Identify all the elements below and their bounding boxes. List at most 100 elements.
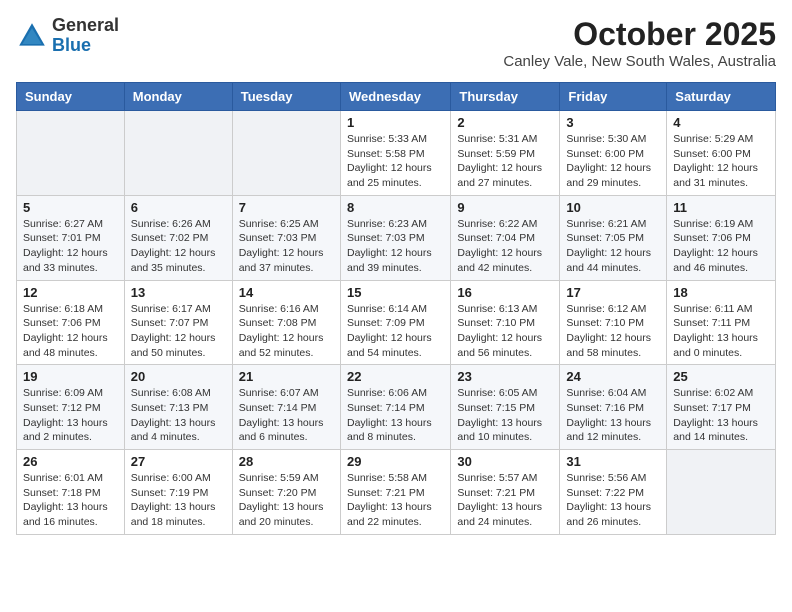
day-number: 11 — [673, 200, 769, 215]
title-block: October 2025 Canley Vale, New South Wale… — [503, 16, 776, 70]
day-info: Sunrise: 6:06 AM Sunset: 7:14 PM Dayligh… — [347, 386, 444, 445]
calendar-cell: 8 Sunrise: 6:23 AM Sunset: 7:03 PM Daylig… — [340, 195, 450, 280]
day-number: 10 — [566, 200, 660, 215]
day-info: Sunrise: 5:30 AM Sunset: 6:00 PM Dayligh… — [566, 132, 660, 191]
day-info: Sunrise: 6:13 AM Sunset: 7:10 PM Dayligh… — [457, 302, 553, 361]
calendar-cell — [232, 111, 340, 196]
calendar-cell: 16 Sunrise: 6:13 AM Sunset: 7:10 PM Dayli… — [451, 280, 560, 365]
calendar-cell: 29 Sunrise: 5:58 AM Sunset: 7:21 PM Dayli… — [340, 450, 450, 535]
day-info: Sunrise: 5:29 AM Sunset: 6:00 PM Dayligh… — [673, 132, 769, 191]
day-info: Sunrise: 6:11 AM Sunset: 7:11 PM Dayligh… — [673, 302, 769, 361]
calendar-cell: 28 Sunrise: 5:59 AM Sunset: 7:20 PM Dayli… — [232, 450, 340, 535]
day-number: 18 — [673, 285, 769, 300]
calendar-cell: 5 Sunrise: 6:27 AM Sunset: 7:01 PM Daylig… — [17, 195, 125, 280]
calendar-cell: 4 Sunrise: 5:29 AM Sunset: 6:00 PM Daylig… — [667, 111, 776, 196]
weekday-header-saturday: Saturday — [667, 83, 776, 111]
weekday-header-thursday: Thursday — [451, 83, 560, 111]
day-number: 26 — [23, 454, 118, 469]
calendar-cell: 3 Sunrise: 5:30 AM Sunset: 6:00 PM Daylig… — [560, 111, 667, 196]
calendar-cell: 15 Sunrise: 6:14 AM Sunset: 7:09 PM Dayli… — [340, 280, 450, 365]
calendar-cell: 30Sunrise: 5:57 AM Sunset: 7:21 PM Dayli… — [451, 450, 560, 535]
weekday-header-tuesday: Tuesday — [232, 83, 340, 111]
calendar-cell: 2 Sunrise: 5:31 AM Sunset: 5:59 PM Daylig… — [451, 111, 560, 196]
weekday-header-friday: Friday — [560, 83, 667, 111]
day-info: Sunrise: 6:00 AM Sunset: 7:19 PM Dayligh… — [131, 471, 226, 530]
calendar-cell: 21 Sunrise: 6:07 AM Sunset: 7:14 PM Dayli… — [232, 365, 340, 450]
day-info: Sunrise: 6:27 AM Sunset: 7:01 PM Dayligh… — [23, 217, 118, 276]
calendar-cell: 18 Sunrise: 6:11 AM Sunset: 7:11 PM Dayli… — [667, 280, 776, 365]
day-number: 23 — [457, 369, 553, 384]
calendar-table: SundayMondayTuesdayWednesdayThursdayFrid… — [16, 82, 776, 535]
calendar-cell: 6 Sunrise: 6:26 AM Sunset: 7:02 PM Daylig… — [124, 195, 232, 280]
calendar-cell: 12 Sunrise: 6:18 AM Sunset: 7:06 PM Dayli… — [17, 280, 125, 365]
weekday-header-wednesday: Wednesday — [340, 83, 450, 111]
day-number: 31 — [566, 454, 660, 469]
day-info: Sunrise: 6:04 AM Sunset: 7:16 PM Dayligh… — [566, 386, 660, 445]
day-info: Sunrise: 6:02 AM Sunset: 7:17 PM Dayligh… — [673, 386, 769, 445]
day-number: 19 — [23, 369, 118, 384]
day-number: 12 — [23, 285, 118, 300]
day-info: Sunrise: 6:07 AM Sunset: 7:14 PM Dayligh… — [239, 386, 334, 445]
day-number: 27 — [131, 454, 226, 469]
weekday-header-sunday: Sunday — [17, 83, 125, 111]
calendar-cell: 25 Sunrise: 6:02 AM Sunset: 7:17 PM Dayli… — [667, 365, 776, 450]
calendar-cell: 23 Sunrise: 6:05 AM Sunset: 7:15 PM Dayli… — [451, 365, 560, 450]
day-info: Sunrise: 5:59 AM Sunset: 7:20 PM Dayligh… — [239, 471, 334, 530]
calendar-cell: 13Sunrise: 6:17 AM Sunset: 7:07 PM Dayli… — [124, 280, 232, 365]
day-number: 9 — [457, 200, 553, 215]
calendar-week-2: 5 Sunrise: 6:27 AM Sunset: 7:01 PM Daylig… — [17, 195, 776, 280]
calendar-cell: 14 Sunrise: 6:16 AM Sunset: 7:08 PM Dayli… — [232, 280, 340, 365]
day-info: Sunrise: 6:09 AM Sunset: 7:12 PM Dayligh… — [23, 386, 118, 445]
month-title: October 2025 — [503, 16, 776, 53]
calendar-cell: 1 Sunrise: 5:33 AM Sunset: 5:58 PM Daylig… — [340, 111, 450, 196]
day-number: 25 — [673, 369, 769, 384]
day-number: 5 — [23, 200, 118, 215]
calendar-cell: 22Sunrise: 6:06 AM Sunset: 7:14 PM Dayli… — [340, 365, 450, 450]
weekday-header-row: SundayMondayTuesdayWednesdayThursdayFrid… — [17, 83, 776, 111]
day-info: Sunrise: 6:08 AM Sunset: 7:13 PM Dayligh… — [131, 386, 226, 445]
day-info: Sunrise: 6:23 AM Sunset: 7:03 PM Dayligh… — [347, 217, 444, 276]
calendar-week-4: 19 Sunrise: 6:09 AM Sunset: 7:12 PM Dayli… — [17, 365, 776, 450]
day-number: 2 — [457, 115, 553, 130]
day-number: 14 — [239, 285, 334, 300]
day-number: 15 — [347, 285, 444, 300]
day-info: Sunrise: 6:22 AM Sunset: 7:04 PM Dayligh… — [457, 217, 553, 276]
day-info: Sunrise: 6:05 AM Sunset: 7:15 PM Dayligh… — [457, 386, 553, 445]
day-info: Sunrise: 6:25 AM Sunset: 7:03 PM Dayligh… — [239, 217, 334, 276]
day-info: Sunrise: 5:56 AM Sunset: 7:22 PM Dayligh… — [566, 471, 660, 530]
day-number: 24 — [566, 369, 660, 384]
day-info: Sunrise: 6:18 AM Sunset: 7:06 PM Dayligh… — [23, 302, 118, 361]
day-info: Sunrise: 5:33 AM Sunset: 5:58 PM Dayligh… — [347, 132, 444, 191]
calendar-cell: 11Sunrise: 6:19 AM Sunset: 7:06 PM Dayli… — [667, 195, 776, 280]
calendar-week-1: 1 Sunrise: 5:33 AM Sunset: 5:58 PM Daylig… — [17, 111, 776, 196]
calendar-cell: 19 Sunrise: 6:09 AM Sunset: 7:12 PM Dayli… — [17, 365, 125, 450]
day-info: Sunrise: 6:01 AM Sunset: 7:18 PM Dayligh… — [23, 471, 118, 530]
day-info: Sunrise: 6:16 AM Sunset: 7:08 PM Dayligh… — [239, 302, 334, 361]
calendar-cell — [17, 111, 125, 196]
calendar-week-3: 12 Sunrise: 6:18 AM Sunset: 7:06 PM Dayli… — [17, 280, 776, 365]
day-number: 7 — [239, 200, 334, 215]
day-number: 17 — [566, 285, 660, 300]
day-number: 28 — [239, 454, 334, 469]
day-number: 30 — [457, 454, 553, 469]
day-number: 13 — [131, 285, 226, 300]
day-number: 1 — [347, 115, 444, 130]
day-info: Sunrise: 6:14 AM Sunset: 7:09 PM Dayligh… — [347, 302, 444, 361]
day-info: Sunrise: 5:31 AM Sunset: 5:59 PM Dayligh… — [457, 132, 553, 191]
day-number: 3 — [566, 115, 660, 130]
location-title: Canley Vale, New South Wales, Australia — [503, 53, 776, 70]
calendar-cell: 20Sunrise: 6:08 AM Sunset: 7:13 PM Dayli… — [124, 365, 232, 450]
calendar-cell: 31 Sunrise: 5:56 AM Sunset: 7:22 PM Dayli… — [560, 450, 667, 535]
day-number: 16 — [457, 285, 553, 300]
day-number: 4 — [673, 115, 769, 130]
calendar-cell: 17Sunrise: 6:12 AM Sunset: 7:10 PM Dayli… — [560, 280, 667, 365]
day-info: Sunrise: 6:26 AM Sunset: 7:02 PM Dayligh… — [131, 217, 226, 276]
day-info: Sunrise: 6:21 AM Sunset: 7:05 PM Dayligh… — [566, 217, 660, 276]
day-info: Sunrise: 5:58 AM Sunset: 7:21 PM Dayligh… — [347, 471, 444, 530]
day-number: 6 — [131, 200, 226, 215]
day-number: 8 — [347, 200, 444, 215]
calendar-cell: 24 Sunrise: 6:04 AM Sunset: 7:16 PM Dayli… — [560, 365, 667, 450]
calendar-cell: 26 Sunrise: 6:01 AM Sunset: 7:18 PM Dayli… — [17, 450, 125, 535]
day-number: 21 — [239, 369, 334, 384]
day-number: 29 — [347, 454, 444, 469]
